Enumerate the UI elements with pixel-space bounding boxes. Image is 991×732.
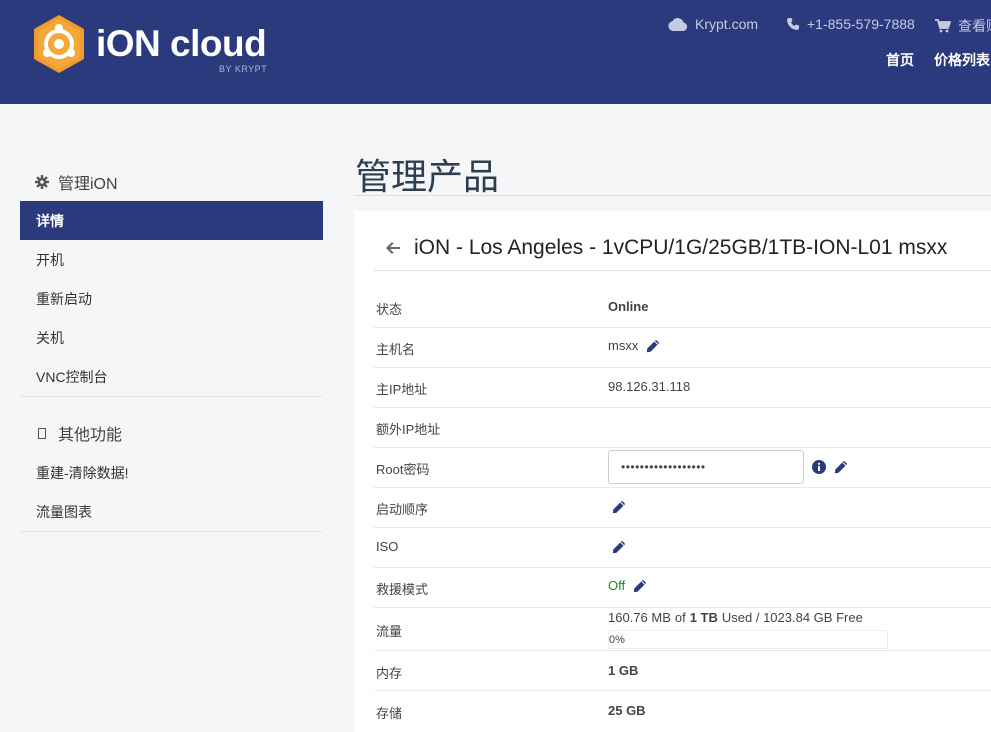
sidebar-divider xyxy=(20,396,323,397)
status-label: 状态 xyxy=(376,302,403,317)
main-ip-value: 98.126.31.118 xyxy=(608,379,691,394)
top-link-krypt[interactable]: Krypt.com xyxy=(668,16,758,32)
storage-row: 存储 25 GB xyxy=(374,691,991,732)
rescue-mode-label: 救援模式 xyxy=(376,582,429,597)
pencil-icon[interactable] xyxy=(633,579,647,593)
top-link-krypt-label: Krypt.com xyxy=(695,16,759,32)
boot-order-row: 启动顺序 xyxy=(374,488,991,528)
sidebar-item-details[interactable]: 详情 xyxy=(20,201,323,240)
traffic-usage-bar: 0% xyxy=(608,630,888,649)
root-password-label: Root密码 xyxy=(376,462,430,477)
traffic-label: 流量 xyxy=(376,624,403,639)
top-link-cart-label: 查看购 xyxy=(958,18,991,34)
extra-ip-row: 额外IP地址 xyxy=(374,408,991,448)
hostname-label: 主机名 xyxy=(376,342,416,357)
cart-icon xyxy=(935,19,951,33)
sidebar-other-heading-label: 其他功能 xyxy=(58,427,123,444)
sidebar-other-heading: 其他功能 xyxy=(20,421,122,445)
sidebar-item-reboot[interactable]: 重新启动 xyxy=(20,279,323,318)
pencil-icon[interactable] xyxy=(646,339,660,353)
pencil-icon[interactable] xyxy=(612,500,626,514)
extra-ip-label: 额外IP地址 xyxy=(376,422,441,437)
iso-label: ISO xyxy=(376,539,399,554)
rescue-mode-row: 救援模式 Off xyxy=(374,568,991,608)
gear-icon xyxy=(35,175,49,189)
boot-order-label: 启动顺序 xyxy=(376,502,429,517)
status-row: 状态 Online xyxy=(374,288,991,328)
nav-pricing[interactable]: 价格列表 xyxy=(934,50,990,70)
top-link-cart[interactable]: 查看购 xyxy=(935,16,991,36)
traffic-used: 160.76 MB xyxy=(608,610,671,625)
product-header: iON - Los Angeles - 1vCPU/1G/25GB/1TB-IO… xyxy=(386,236,947,260)
brand-name[interactable]: iON cloud xyxy=(96,22,267,66)
traffic-total: 1 TB xyxy=(689,610,718,625)
top-link-phone-label: +1-855-579-7888 xyxy=(807,16,915,32)
sidebar-item-rebuild[interactable]: 重建-清除数据! xyxy=(20,453,323,492)
hostname-value: msxx xyxy=(608,338,639,353)
sidebar-manage-heading: 管理iON xyxy=(20,170,118,194)
product-header-divider xyxy=(374,270,991,271)
sidebar-item-vnc[interactable]: VNC控制台 xyxy=(20,357,323,396)
page-title: 管理产品 xyxy=(355,156,500,197)
info-icon[interactable] xyxy=(812,460,826,474)
brand-subtitle: BY KRYPT xyxy=(219,64,268,74)
phone-icon xyxy=(787,18,799,30)
back-arrow-icon[interactable] xyxy=(386,242,400,254)
pencil-icon[interactable] xyxy=(834,460,848,474)
sidebar-divider xyxy=(20,531,323,532)
root-password-field[interactable]: •••••••••••••••••• xyxy=(608,450,804,484)
product-title: iON - Los Angeles - 1vCPU/1G/25GB/1TB-IO… xyxy=(414,236,948,259)
pencil-icon[interactable] xyxy=(612,540,626,554)
missing-glyph-icon xyxy=(38,427,46,439)
rescue-mode-value: Off xyxy=(608,578,626,593)
storage-value: 25 GB xyxy=(608,703,646,718)
storage-label: 存储 xyxy=(376,706,403,721)
sidebar-item-traffic-chart[interactable]: 流量图表 xyxy=(20,492,323,531)
memory-value: 1 GB xyxy=(608,663,639,678)
nav-home[interactable]: 首页 xyxy=(886,50,914,70)
hostname-row: 主机名 msxx xyxy=(374,328,991,368)
cloud-icon xyxy=(668,17,688,31)
status-value: Online xyxy=(608,299,649,314)
main-ip-label: 主IP地址 xyxy=(376,382,428,397)
sidebar-manage-heading-label: 管理iON xyxy=(58,176,118,193)
top-link-phone[interactable]: +1-855-579-7888 xyxy=(786,16,915,32)
sidebar-item-power-on[interactable]: 开机 xyxy=(20,240,323,279)
traffic-row: 流量 160.76 MB of 1 TB Used / 1023.84 GB F… xyxy=(374,608,991,651)
title-divider xyxy=(355,195,991,196)
memory-label: 内存 xyxy=(376,666,403,681)
traffic-rest: Used / 1023.84 GB Free xyxy=(721,610,863,625)
sidebar-item-shutdown[interactable]: 关机 xyxy=(20,318,323,357)
iso-row: ISO xyxy=(374,528,991,568)
traffic-of: of xyxy=(674,610,686,625)
ion-logo-icon[interactable] xyxy=(32,14,86,74)
main-ip-row: 主IP地址 98.126.31.118 xyxy=(374,368,991,408)
memory-row: 内存 1 GB xyxy=(374,651,991,691)
root-password-row: Root密码 •••••••••••••••••• xyxy=(374,448,991,488)
site-header: iON cloud BY KRYPT Krypt.com +1-855-579-… xyxy=(0,0,991,104)
traffic-percent: 0% xyxy=(609,633,625,646)
